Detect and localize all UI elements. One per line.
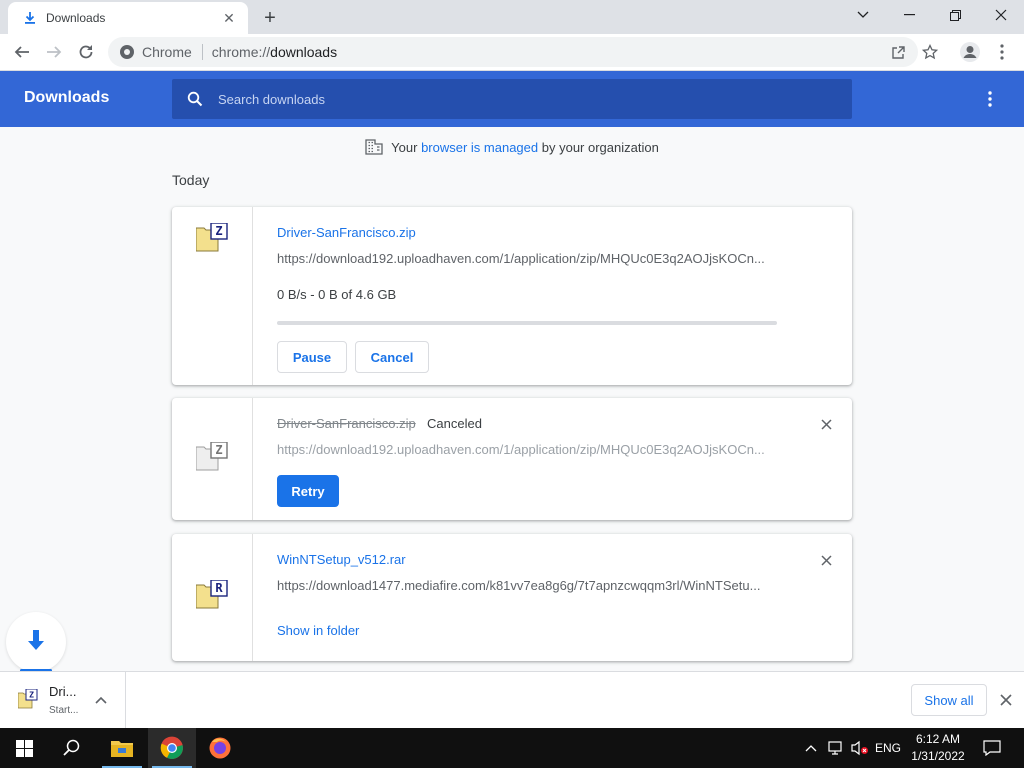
new-tab-button[interactable]: +: [258, 6, 282, 30]
shelf-item-status: Start...: [49, 705, 79, 716]
search-input[interactable]: [218, 91, 818, 107]
svg-text:R: R: [215, 581, 223, 595]
tab-title: Downloads: [46, 11, 106, 25]
svg-text:Z: Z: [215, 224, 222, 238]
tab-downloads[interactable]: Downloads ✕: [8, 2, 248, 34]
search-icon: [63, 739, 80, 756]
chrome-icon: [120, 45, 134, 59]
file-name-canceled: Driver-SanFrancisco.zip: [277, 416, 416, 431]
back-button[interactable]: [8, 38, 36, 66]
input-language[interactable]: ENG: [872, 728, 904, 768]
reload-button[interactable]: [72, 38, 100, 66]
browser-toolbar: Chrome chrome:// downloads: [0, 34, 1024, 71]
url-host: downloads: [270, 44, 338, 60]
managed-link[interactable]: browser is managed: [421, 140, 538, 155]
chevron-up-icon[interactable]: [94, 693, 108, 707]
tab-strip: Downloads ✕ +: [0, 0, 1024, 34]
cancel-button[interactable]: Cancel: [355, 341, 429, 373]
svg-text:Z: Z: [215, 443, 222, 457]
download-icon: [22, 10, 38, 26]
remove-close-icon[interactable]: [818, 552, 834, 568]
file-explorer-button[interactable]: [98, 728, 146, 768]
restore-button[interactable]: [932, 0, 978, 30]
rar-file-icon: R: [195, 579, 228, 610]
close-shelf-icon[interactable]: [998, 692, 1014, 708]
managed-prefix: Your: [391, 139, 418, 155]
downloads-header: Downloads: [0, 71, 1024, 127]
shelf-download-item[interactable]: Z Dri... Start...: [0, 672, 126, 728]
share-icon[interactable]: [888, 42, 908, 62]
managed-suffix: by your organization: [541, 139, 659, 155]
close-window-button[interactable]: [978, 0, 1024, 30]
shelf-item-name: Dri...: [49, 684, 77, 699]
file-name-link[interactable]: Driver-SanFrancisco.zip: [277, 225, 416, 240]
show-all-button[interactable]: Show all: [911, 684, 987, 716]
bookmark-star-icon[interactable]: [920, 42, 940, 62]
site-info-chip[interactable]: Chrome: [120, 44, 192, 60]
card-icon-column: R: [172, 534, 253, 661]
omnibox-divider: [201, 44, 203, 60]
system-clock[interactable]: 6:12 AM 1/31/2022: [903, 731, 973, 765]
download-progress-indicator[interactable]: [6, 612, 66, 672]
remove-close-icon[interactable]: [818, 416, 834, 432]
forward-button[interactable]: [40, 38, 68, 66]
omnibox[interactable]: Chrome chrome:// downloads: [108, 37, 918, 67]
windows-taskbar: ENG 6:12 AM 1/31/2022: [0, 728, 1024, 768]
download-shelf: Z Dri... Start... Show all: [0, 671, 1024, 728]
file-url: https://download192.uploadhaven.com/1/ap…: [277, 442, 765, 457]
file-url: https://download192.uploadhaven.com/1/ap…: [277, 251, 765, 266]
notifications-icon[interactable]: [978, 728, 1006, 768]
firefox-taskbar-button[interactable]: [196, 728, 244, 768]
search-icon: [186, 90, 204, 108]
download-card: Z Driver-SanFrancisco.zip Canceled https…: [172, 398, 852, 520]
more-actions-icon[interactable]: [978, 87, 1002, 111]
canceled-status: Canceled: [427, 416, 482, 431]
file-name-link[interactable]: WinNTSetup_v512.rar: [277, 552, 406, 567]
search-taskbar-button[interactable]: [48, 728, 96, 768]
managed-notice: Your browser is managed by your organiza…: [0, 138, 1024, 156]
network-icon[interactable]: [824, 728, 848, 768]
volume-muted-icon[interactable]: [848, 728, 872, 768]
svg-text:Z: Z: [29, 691, 34, 700]
windows-logo-icon: [15, 739, 33, 757]
chrome-menu-icon[interactable]: [988, 38, 1016, 66]
download-card: Z Driver-SanFrancisco.zip https://downlo…: [172, 207, 852, 385]
show-hidden-icons-chevron-icon[interactable]: [800, 728, 822, 768]
building-icon: [365, 138, 383, 156]
clock-time: 6:12 AM: [915, 732, 961, 746]
url-scheme: chrome://: [211, 44, 271, 60]
search-box[interactable]: [172, 79, 852, 119]
zip-file-icon: Z: [195, 222, 228, 253]
page-title: Downloads: [24, 89, 110, 106]
chrome-taskbar-button[interactable]: [148, 728, 196, 768]
site-label: Chrome: [142, 44, 192, 60]
zip-file-icon: Z: [18, 689, 38, 709]
tab-search-chevron-icon[interactable]: [840, 0, 886, 30]
chrome-logo-icon: [160, 736, 183, 759]
show-in-folder-link[interactable]: Show in folder: [277, 623, 359, 638]
download-card: R WinNTSetup_v512.rar https://download14…: [172, 534, 852, 661]
date-section-label: Today: [172, 172, 210, 188]
pause-button[interactable]: Pause: [277, 341, 347, 373]
tab-close-icon[interactable]: ✕: [220, 9, 238, 27]
profile-avatar-icon[interactable]: [956, 38, 984, 66]
firefox-logo-icon: [209, 737, 231, 759]
minimize-button[interactable]: [886, 0, 932, 30]
folder-icon: [111, 741, 133, 757]
progress-bar: [277, 321, 777, 325]
progress-status: 0 B/s - 0 B of 4.6 GB: [277, 287, 397, 302]
card-icon-column: Z: [172, 398, 253, 520]
file-url: https://download1477.mediafire.com/k81vv…: [277, 578, 761, 593]
zip-file-icon: Z: [195, 441, 228, 472]
clock-date: 1/31/2022: [911, 749, 965, 763]
card-icon-column: Z: [172, 207, 253, 385]
start-button[interactable]: [0, 728, 48, 768]
retry-button[interactable]: Retry: [277, 475, 339, 507]
download-arrow-icon: [28, 630, 44, 650]
